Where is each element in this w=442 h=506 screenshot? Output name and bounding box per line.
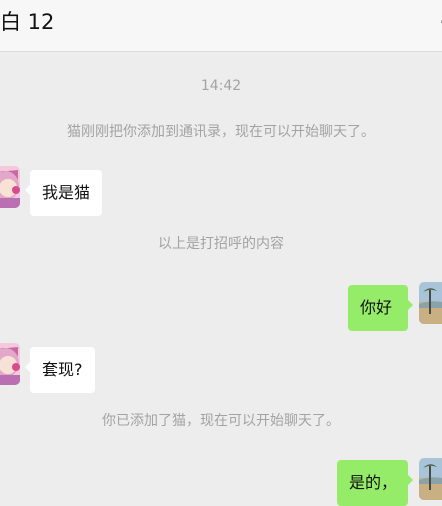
chat-header: 白 12 · bbox=[0, 0, 442, 52]
system-message: 你已添加了猫，现在可以开始聊天了。 bbox=[102, 413, 340, 429]
self-avatar[interactable] bbox=[419, 282, 442, 324]
message-text: 套现? bbox=[42, 360, 83, 379]
contact-avatar-image bbox=[0, 343, 20, 385]
system-message: 以上是打招呼的内容 bbox=[158, 236, 284, 252]
contact-avatar[interactable] bbox=[0, 166, 20, 208]
message-text: 是的， bbox=[349, 473, 398, 492]
outgoing-message-bubble[interactable]: 是的， bbox=[337, 460, 413, 506]
chat-title: 白 12 bbox=[0, 10, 55, 34]
self-avatar-image bbox=[419, 458, 442, 500]
message-text: 我是猫 bbox=[42, 183, 91, 202]
self-avatar[interactable] bbox=[419, 458, 442, 500]
incoming-message-bubble[interactable]: 套现? bbox=[25, 347, 95, 393]
incoming-message-bubble[interactable]: 我是猫 bbox=[24, 170, 103, 216]
contact-avatar[interactable] bbox=[0, 343, 20, 385]
outgoing-message-bubble[interactable]: 你好 bbox=[348, 285, 413, 331]
contact-avatar-image bbox=[0, 166, 20, 208]
self-avatar-image bbox=[419, 282, 442, 324]
system-message: 猫刚刚把你添加到通讯录，现在可以开始聊天了。 bbox=[67, 124, 375, 140]
message-text: 你好 bbox=[360, 298, 393, 317]
message-timestamp: 14:42 bbox=[200, 78, 242, 94]
